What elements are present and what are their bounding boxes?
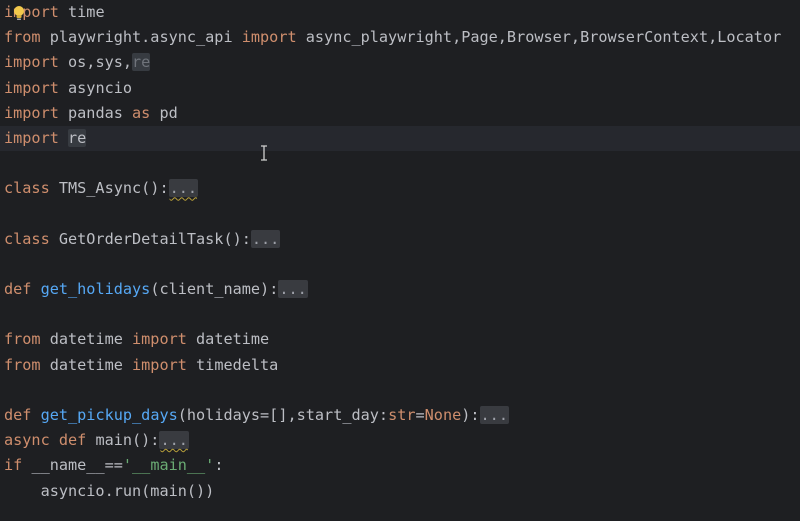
code-token: import: [132, 355, 187, 374]
code-token: os,sys,: [58, 53, 133, 72]
folded-region[interactable]: ...: [168, 179, 199, 198]
code-line[interactable]: [0, 252, 800, 277]
code-line[interactable]: async def main():...: [0, 428, 800, 453]
folded-region[interactable]: ...: [250, 229, 281, 248]
code-token: ):: [461, 406, 480, 424]
code-token: get_pickup_days: [40, 406, 178, 424]
lightbulb-icon[interactable]: [12, 5, 26, 21]
code-line[interactable]: class GetOrderDetailTask():...: [0, 227, 800, 252]
code-token: str: [388, 406, 416, 424]
code-line[interactable]: import asyncio: [0, 76, 800, 101]
code-token: as: [132, 103, 151, 122]
code-token: from: [4, 330, 41, 349]
code-token: (holidays=[],start_day:: [177, 406, 389, 424]
code-token: class: [4, 179, 50, 198]
code-line[interactable]: def get_pickup_days(holidays=[],start_da…: [0, 403, 800, 428]
code-token: import: [132, 330, 187, 349]
code-token: :: [214, 456, 224, 475]
code-token: asyncio: [58, 78, 133, 97]
code-token: GetOrderDetailTask():: [49, 229, 251, 248]
code-token: time: [58, 3, 105, 21]
code-token: import: [4, 103, 59, 122]
code-token: from: [4, 28, 41, 47]
code-token: from: [4, 355, 41, 374]
code-token: import: [4, 128, 59, 147]
code-line[interactable]: def get_holidays(client_name):...: [0, 277, 800, 302]
code-token: __name__==: [22, 456, 123, 475]
code-token: datetime: [40, 355, 133, 374]
code-token: def: [4, 406, 32, 424]
code-token: datetime: [186, 330, 270, 349]
code-token: import: [241, 28, 297, 47]
code-token: TMS_Async():: [49, 179, 169, 198]
code-token: get_holidays: [40, 280, 151, 299]
folded-region[interactable]: ...: [479, 406, 509, 424]
code-token: if: [4, 456, 23, 475]
code-line[interactable]: [0, 302, 800, 327]
code-line[interactable]: import time: [0, 0, 800, 25]
code-token: datetime: [40, 330, 133, 349]
code-token: =: [415, 406, 425, 424]
code-token: playwright.async_api: [40, 28, 242, 47]
code-line[interactable]: import pandas as pd: [0, 101, 800, 126]
code-line[interactable]: [0, 151, 800, 176]
code-token: import: [4, 53, 59, 72]
code-line[interactable]: from datetime import datetime: [0, 327, 800, 352]
code-lines[interactable]: import time from playwright.async_api imp…: [0, 0, 800, 504]
code-line[interactable]: class TMS_Async():...: [0, 176, 800, 201]
code-line[interactable]: from datetime import timedelta: [0, 353, 800, 378]
code-line[interactable]: [0, 378, 800, 403]
code-token: re: [132, 53, 151, 72]
folded-region[interactable]: ...: [278, 280, 308, 299]
code-line[interactable]: import re: [0, 125, 800, 152]
code-line[interactable]: asyncio.run(main()): [0, 479, 800, 504]
code-line[interactable]: from playwright.async_api import async_p…: [0, 25, 800, 50]
code-token: '__main__': [122, 456, 215, 475]
code-line[interactable]: if __name__=='__main__':: [0, 453, 800, 478]
code-token: pd: [150, 103, 178, 122]
code-token: asyncio.run(main()): [4, 481, 215, 500]
code-token: def: [4, 280, 32, 299]
code-token: class: [4, 229, 50, 248]
code-editor[interactable]: import time from playwright.async_api imp…: [0, 0, 800, 521]
folded-region[interactable]: ...: [159, 431, 189, 450]
code-token: re: [68, 128, 87, 147]
text-cursor-icon: [261, 145, 267, 161]
code-token: (client_name):: [150, 280, 279, 299]
code-line[interactable]: import os,sys,re: [0, 50, 800, 75]
code-token: None: [424, 406, 462, 424]
code-token: async_playwright,Page,Browser,BrowserCon…: [296, 28, 782, 47]
code-token: pandas: [58, 103, 133, 122]
code-token: async def: [4, 431, 87, 450]
code-token: import: [4, 78, 59, 97]
code-line[interactable]: [0, 202, 800, 227]
code-token: timedelta: [186, 355, 279, 374]
code-token: main():: [86, 431, 160, 450]
